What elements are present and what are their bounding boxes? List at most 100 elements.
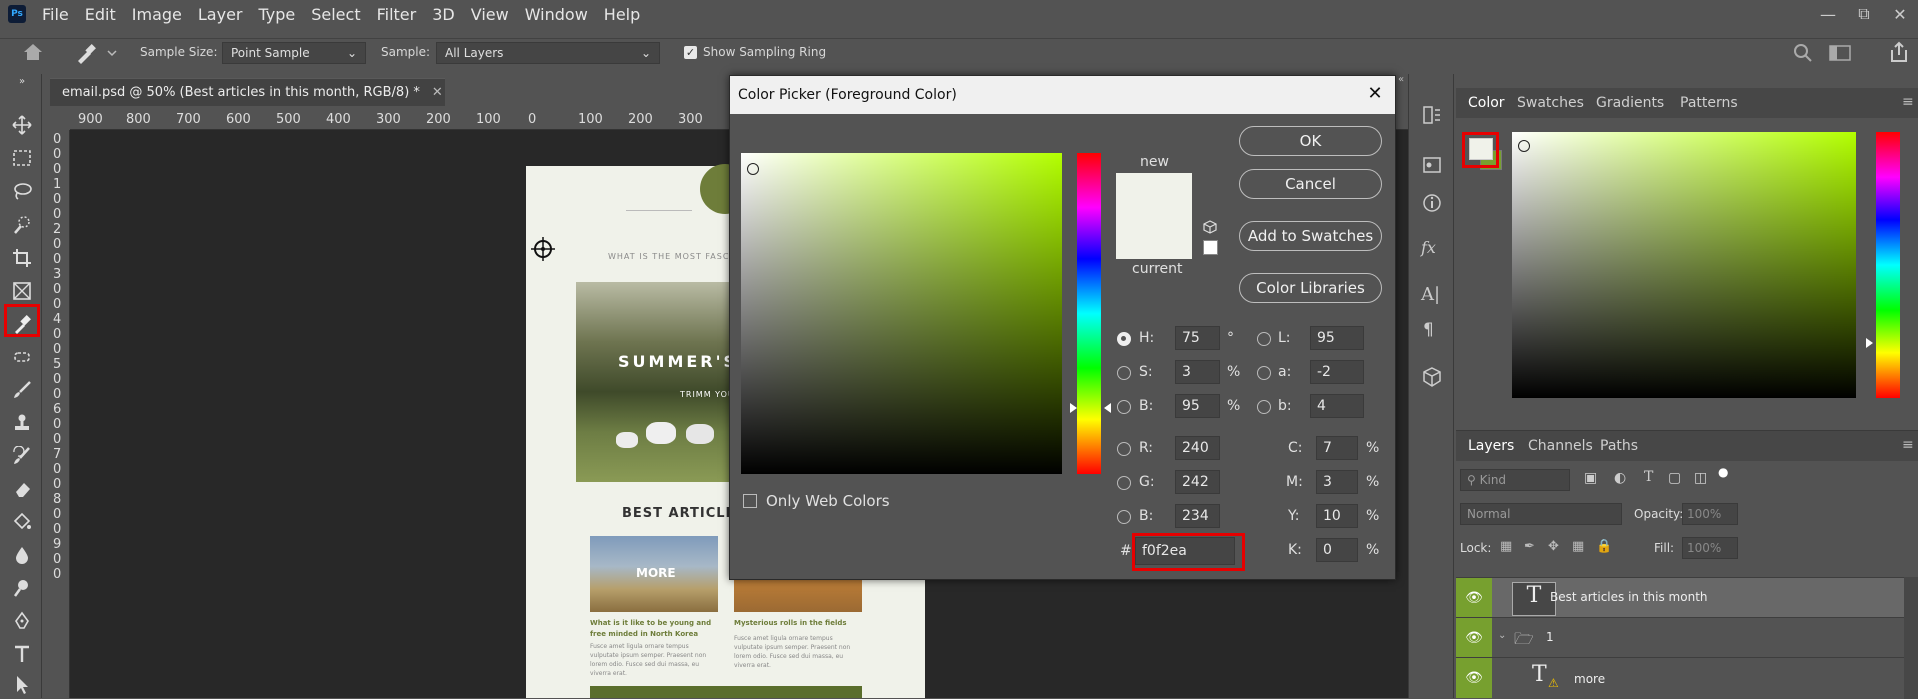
- hue-radio[interactable]: [1117, 332, 1131, 346]
- hue-slider[interactable]: [1077, 153, 1101, 474]
- home-icon[interactable]: [22, 42, 46, 64]
- cyan-field[interactable]: 7: [1316, 436, 1358, 460]
- hue-slider-left-arrow-icon[interactable]: [1070, 403, 1077, 413]
- opacity-field[interactable]: 100%: [1682, 503, 1738, 525]
- tab-channels[interactable]: Channels: [1528, 438, 1593, 454]
- layer-row[interactable]: 👁 T ⚠ more: [1456, 657, 1904, 698]
- color-panel-selector-icon[interactable]: [1518, 140, 1530, 152]
- type-tool-icon[interactable]: [8, 641, 36, 667]
- lab-l-field[interactable]: 95: [1310, 326, 1364, 350]
- move-tool-icon[interactable]: [8, 112, 36, 138]
- lab-b-field[interactable]: 4: [1310, 394, 1364, 418]
- minimize-icon[interactable]: —: [1810, 0, 1846, 28]
- layer-name[interactable]: 1: [1546, 630, 1554, 644]
- layer-row[interactable]: 👁 T Best articles in this month: [1456, 577, 1904, 618]
- lab-a-field[interactable]: -2: [1310, 360, 1364, 384]
- show-sampling-ring-checkbox[interactable]: ✓: [684, 46, 697, 59]
- menu-3d[interactable]: 3D: [424, 5, 463, 24]
- lock-position-icon[interactable]: ✥: [1548, 539, 1559, 554]
- menu-file[interactable]: File: [34, 5, 77, 24]
- layer-row[interactable]: 👁 ⌄ 🗁 1: [1456, 617, 1904, 658]
- filter-toggle-icon[interactable]: ●: [1718, 465, 1728, 479]
- menu-help[interactable]: Help: [596, 5, 648, 24]
- close-tab-icon[interactable]: ✕: [432, 85, 443, 100]
- history-panel-icon[interactable]: [1421, 104, 1443, 126]
- lock-artboard-icon[interactable]: ▦: [1572, 539, 1584, 554]
- layers-scrollbar[interactable]: [1904, 577, 1918, 699]
- only-web-colors-checkbox[interactable]: [743, 494, 757, 508]
- close-icon[interactable]: ✕: [1365, 84, 1385, 104]
- tab-swatches[interactable]: Swatches: [1517, 95, 1584, 111]
- tab-paths[interactable]: Paths: [1600, 438, 1638, 454]
- visibility-eye-icon[interactable]: 👁: [1456, 617, 1492, 658]
- spot-healing-tool-icon[interactable]: [8, 344, 36, 370]
- filter-type-icon[interactable]: T: [1644, 469, 1653, 485]
- paragraph-panel-icon[interactable]: ¶: [1423, 320, 1445, 342]
- gamut-cube-icon[interactable]: [1203, 220, 1217, 234]
- lab-b-radio[interactable]: [1257, 400, 1271, 414]
- clone-stamp-tool-icon[interactable]: [8, 410, 36, 436]
- menu-type[interactable]: Type: [250, 5, 303, 24]
- saturation-radio[interactable]: [1117, 366, 1131, 380]
- cancel-button[interactable]: Cancel: [1239, 169, 1382, 199]
- panel-menu-icon[interactable]: ≡: [1902, 94, 1914, 110]
- filter-pixel-icon[interactable]: ▣: [1584, 470, 1597, 486]
- visibility-eye-icon[interactable]: 👁: [1456, 577, 1492, 618]
- add-to-swatches-button[interactable]: Add to Swatches: [1239, 221, 1382, 251]
- menu-window[interactable]: Window: [517, 5, 596, 24]
- workspace-icon[interactable]: [1828, 42, 1852, 64]
- lock-all-icon[interactable]: 🔒: [1596, 539, 1612, 554]
- color-panel-hue-arrow-icon[interactable]: [1866, 338, 1873, 348]
- current-color-swatch[interactable]: [1116, 216, 1192, 259]
- layer-name[interactable]: more: [1574, 672, 1605, 686]
- share-icon[interactable]: [1888, 40, 1910, 64]
- filter-adjustment-icon[interactable]: ◐: [1614, 470, 1626, 486]
- close-window-icon[interactable]: ✕: [1882, 0, 1918, 28]
- crop-tool-icon[interactable]: [8, 245, 36, 271]
- quick-selection-tool-icon[interactable]: [8, 212, 36, 238]
- lasso-tool-icon[interactable]: [8, 178, 36, 204]
- blur-tool-icon[interactable]: [8, 542, 36, 568]
- brightness-radio[interactable]: [1117, 400, 1131, 414]
- tab-gradients[interactable]: Gradients: [1596, 95, 1664, 111]
- blend-mode-dropdown[interactable]: Normal: [1460, 503, 1622, 525]
- path-selection-tool-icon[interactable]: [8, 672, 36, 698]
- marquee-tool-icon[interactable]: [8, 145, 36, 171]
- lock-transparent-icon[interactable]: ▦: [1500, 539, 1512, 554]
- ok-button[interactable]: OK: [1239, 126, 1382, 156]
- layer-name[interactable]: Best articles in this month: [1550, 590, 1708, 604]
- menu-layer[interactable]: Layer: [190, 5, 251, 24]
- green-radio[interactable]: [1117, 476, 1131, 490]
- brightness-field[interactable]: 95: [1175, 394, 1220, 418]
- hue-field[interactable]: 75: [1175, 326, 1220, 350]
- black-field[interactable]: 0: [1316, 538, 1358, 562]
- magenta-field[interactable]: 3: [1316, 470, 1358, 494]
- chevron-down-icon[interactable]: ⌄: [1498, 630, 1506, 641]
- red-field[interactable]: 240: [1175, 436, 1220, 460]
- lock-image-icon[interactable]: ✒: [1524, 539, 1535, 554]
- color-panel-field[interactable]: [1512, 132, 1856, 398]
- menu-select[interactable]: Select: [303, 5, 368, 24]
- hue-slider-right-arrow-icon[interactable]: [1104, 403, 1111, 413]
- lab-l-radio[interactable]: [1257, 332, 1271, 346]
- layer-filter-dropdown[interactable]: ⚲ Kind: [1460, 469, 1570, 491]
- search-icon[interactable]: [1792, 42, 1814, 64]
- lab-a-radio[interactable]: [1257, 366, 1271, 380]
- dodge-tool-icon[interactable]: [8, 575, 36, 601]
- 3d-panel-icon[interactable]: [1421, 366, 1443, 388]
- paint-bucket-tool-icon[interactable]: [8, 509, 36, 535]
- yellow-field[interactable]: 10: [1316, 504, 1358, 528]
- actions-fx-icon[interactable]: fx: [1421, 238, 1443, 260]
- saturation-field[interactable]: 3: [1175, 360, 1220, 384]
- menu-view[interactable]: View: [463, 5, 517, 24]
- filter-shape-icon[interactable]: ▢: [1668, 470, 1681, 486]
- color-selector-ring-icon[interactable]: [747, 163, 759, 175]
- eraser-tool-icon[interactable]: [8, 476, 36, 502]
- properties-panel-icon[interactable]: [1421, 154, 1443, 176]
- saturation-brightness-field[interactable]: [741, 153, 1062, 474]
- collapse-arrows-icon[interactable]: »: [8, 76, 36, 87]
- red-radio[interactable]: [1117, 442, 1131, 456]
- dialog-title-bar[interactable]: Color Picker (Foreground Color) ✕: [730, 76, 1395, 114]
- color-panel-hue-slider[interactable]: [1876, 132, 1900, 398]
- blue-radio[interactable]: [1117, 510, 1131, 524]
